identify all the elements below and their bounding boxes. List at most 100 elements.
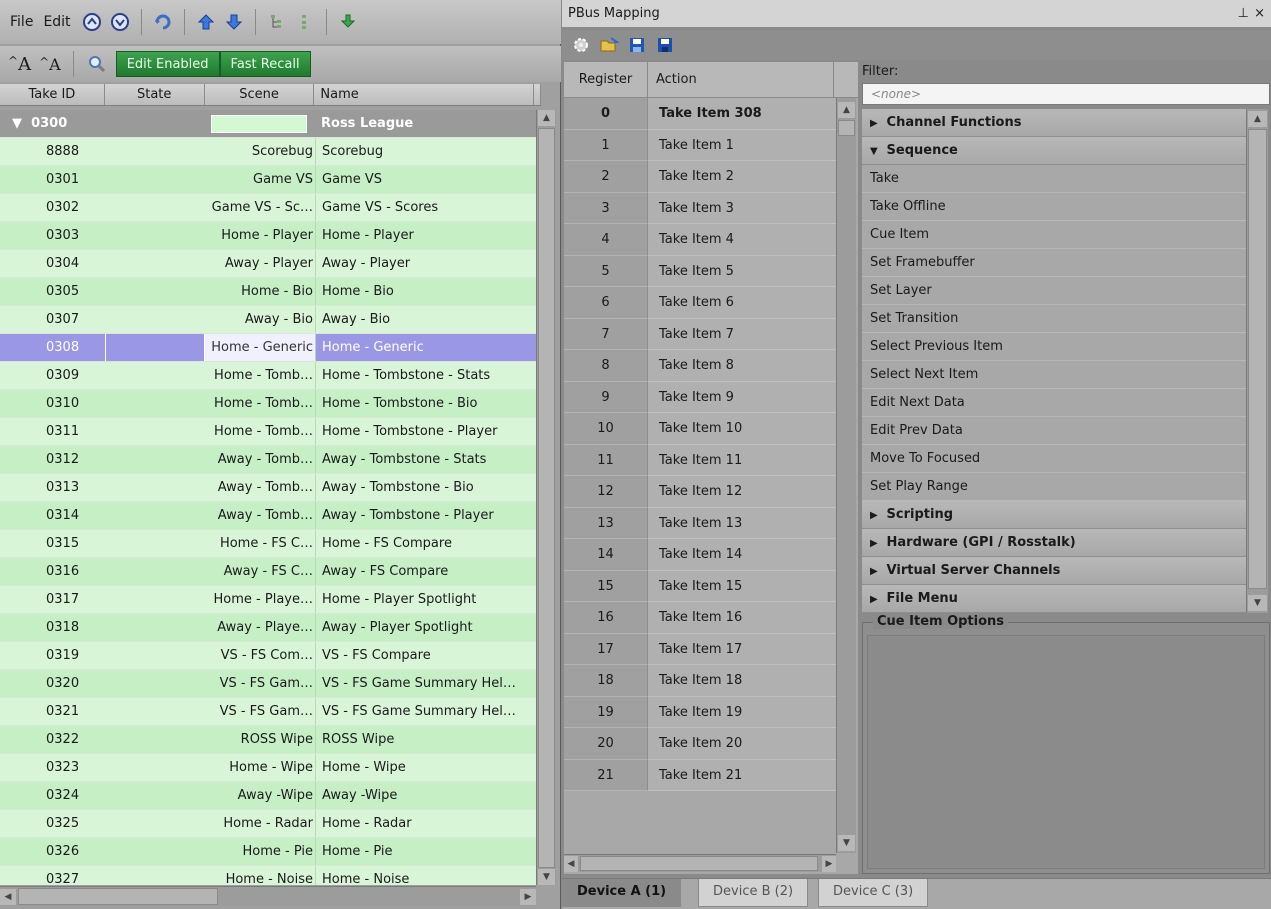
circle-up-icon[interactable] (81, 11, 103, 33)
register-row[interactable]: 9 Take Item 9 (564, 381, 836, 413)
take-row[interactable]: 0310 Home - Tomb… Home - Tombstone - Bio (0, 390, 536, 418)
register-action[interactable]: Take Item 11 (648, 444, 836, 476)
scroll-up-icon[interactable]: ▲ (838, 102, 855, 118)
arrow-up-icon[interactable] (195, 11, 217, 33)
register-row[interactable]: 7 Take Item 7 (564, 318, 836, 350)
action-category[interactable]: ▼ Sequence (862, 137, 1246, 165)
register-row[interactable]: 14 Take Item 14 (564, 539, 836, 571)
collapsed-triangle-icon[interactable]: ▶ (870, 530, 882, 558)
collapsed-triangle-icon[interactable]: ▶ (870, 502, 882, 530)
column-header-state[interactable]: State (105, 84, 205, 105)
action-list-vscrollbar[interactable]: ▲ ▼ (1246, 109, 1268, 613)
expanded-triangle-icon[interactable]: ▼ (870, 138, 882, 166)
register-row[interactable]: 2 Take Item 2 (564, 161, 836, 193)
take-row[interactable]: 0320 VS - FS Gam… VS - FS Game Summary Hel… (0, 670, 536, 698)
tab-device-b[interactable]: Device B (2) (698, 879, 809, 907)
fast-recall-button[interactable]: Fast Recall (219, 51, 311, 77)
scroll-thumb[interactable] (1248, 129, 1267, 589)
tab-device-c[interactable]: Device C (3) (818, 879, 929, 907)
register-action[interactable]: Take Item 8 (648, 350, 836, 382)
take-row[interactable]: 0305 Home - Bio Home - Bio (0, 278, 536, 306)
take-row[interactable]: 0301 Game VS Game VS (0, 166, 536, 194)
take-row[interactable]: 0315 Home - FS C… Home - FS Compare (0, 530, 536, 558)
take-row[interactable]: 0307 Away - Bio Away - Bio (0, 306, 536, 334)
scroll-right-icon[interactable]: ▶ (822, 856, 836, 872)
action-item[interactable]: Set Framebuffer (862, 249, 1246, 277)
scroll-down-icon[interactable]: ▼ (838, 835, 855, 851)
column-header-name[interactable]: Name (314, 84, 534, 105)
take-row[interactable]: 8888 Scorebug Scorebug (0, 138, 536, 166)
register-row[interactable]: 19 Take Item 19 (564, 696, 836, 728)
register-row[interactable]: 5 Take Item 5 (564, 255, 836, 287)
scroll-left-icon[interactable]: ◀ (0, 889, 16, 905)
take-row[interactable]: 0325 Home - Radar Home - Radar (0, 810, 536, 838)
pin-icon[interactable]: ⊥ (1238, 0, 1249, 28)
take-row[interactable]: 0311 Home - Tomb… Home - Tombstone - Playe… (0, 418, 536, 446)
scroll-thumb[interactable] (538, 128, 555, 868)
register-action[interactable]: Take Item 21 (648, 759, 836, 791)
register-row[interactable]: 0 Take Item 308 (564, 98, 836, 130)
action-item[interactable]: Move To Focused (862, 445, 1246, 473)
register-hscrollbar[interactable]: ◀ ▶ (564, 854, 836, 872)
take-row[interactable]: 0327 Home - Noise Home - Noise (0, 866, 536, 885)
take-row[interactable]: 0318 Away - Playe… Away - Player Spotlight (0, 614, 536, 642)
register-action[interactable]: Take Item 10 (648, 413, 836, 445)
action-item[interactable]: Edit Prev Data (862, 417, 1246, 445)
arrow-down-icon[interactable] (223, 11, 245, 33)
scroll-up-icon[interactable]: ▲ (538, 110, 555, 126)
action-category[interactable]: ▶ Channel Functions (862, 109, 1246, 137)
take-row[interactable]: 0302 Game VS - Sc… Game VS - Scores (0, 194, 536, 222)
take-row[interactable]: 0304 Away - Player Away - Player (0, 250, 536, 278)
action-item[interactable]: Set Play Range (862, 473, 1246, 501)
settings-gear-icon[interactable] (570, 34, 592, 56)
font-decrease-button[interactable]: ^A (39, 55, 61, 74)
action-item[interactable]: Edit Next Data (862, 389, 1246, 417)
column-header-extra[interactable] (534, 84, 541, 105)
take-row[interactable]: 0317 Home - Playe… Home - Player Spotlight (0, 586, 536, 614)
register-action[interactable]: Take Item 15 (648, 570, 836, 602)
edit-enabled-button[interactable]: Edit Enabled (115, 51, 220, 77)
take-row[interactable]: 0312 Away - Tomb… Away - Tombstone - Stats (0, 446, 536, 474)
circle-down-icon[interactable] (109, 11, 131, 33)
take-row[interactable]: 0323 Home - Wipe Home - Wipe (0, 754, 536, 782)
expand-tree-icon[interactable] (266, 11, 288, 33)
font-increase-button[interactable]: ^A (8, 54, 31, 75)
collapsed-triangle-icon[interactable]: ▶ (870, 558, 882, 586)
take-row[interactable]: 0316 Away - FS C… Away - FS Compare (0, 558, 536, 586)
action-item[interactable]: Select Next Item (862, 361, 1246, 389)
register-vscrollbar[interactable]: ▲ ▼ (836, 98, 856, 853)
register-row[interactable]: 8 Take Item 8 (564, 350, 836, 382)
register-action[interactable]: Take Item 18 (648, 665, 836, 697)
register-action[interactable]: Take Item 4 (648, 224, 836, 256)
download-icon[interactable] (337, 11, 359, 33)
action-item[interactable]: Set Layer (862, 277, 1246, 305)
take-grid-hscrollbar[interactable]: ◀ ▶ (0, 886, 536, 906)
register-action[interactable]: Take Item 16 (648, 602, 836, 634)
column-header-register[interactable]: Register (564, 62, 648, 97)
filter-input[interactable]: <none> (862, 83, 1270, 105)
register-row[interactable]: 4 Take Item 4 (564, 224, 836, 256)
register-action[interactable]: Take Item 17 (648, 633, 836, 665)
menu-edit[interactable]: Edit (43, 14, 70, 30)
register-action[interactable]: Take Item 2 (648, 161, 836, 193)
register-row[interactable]: 10 Take Item 10 (564, 413, 836, 445)
group-row[interactable]: ▼ 0300 Ross League (0, 110, 536, 138)
register-action[interactable]: Take Item 6 (648, 287, 836, 319)
save-as-icon[interactable] (626, 34, 648, 56)
action-item[interactable]: Take (862, 165, 1246, 193)
scroll-thumb[interactable] (838, 120, 855, 136)
scroll-down-icon[interactable]: ▼ (538, 869, 555, 885)
collapsed-triangle-icon[interactable]: ▶ (870, 110, 882, 138)
register-row[interactable]: 20 Take Item 20 (564, 728, 836, 760)
register-action[interactable]: Take Item 20 (648, 728, 836, 760)
action-category[interactable]: ▶ Virtual Server Channels (862, 557, 1246, 585)
register-row[interactable]: 17 Take Item 17 (564, 633, 836, 665)
menu-file[interactable]: File (10, 14, 33, 30)
take-row[interactable]: 0309 Home - Tomb… Home - Tombstone - Stats (0, 362, 536, 390)
save-icon[interactable] (654, 34, 676, 56)
scroll-right-icon[interactable]: ▶ (520, 889, 536, 905)
scroll-thumb[interactable] (580, 856, 818, 871)
action-item[interactable]: Set Transition (862, 305, 1246, 333)
register-action[interactable]: Take Item 308 (648, 98, 836, 130)
search-icon[interactable] (86, 53, 108, 75)
